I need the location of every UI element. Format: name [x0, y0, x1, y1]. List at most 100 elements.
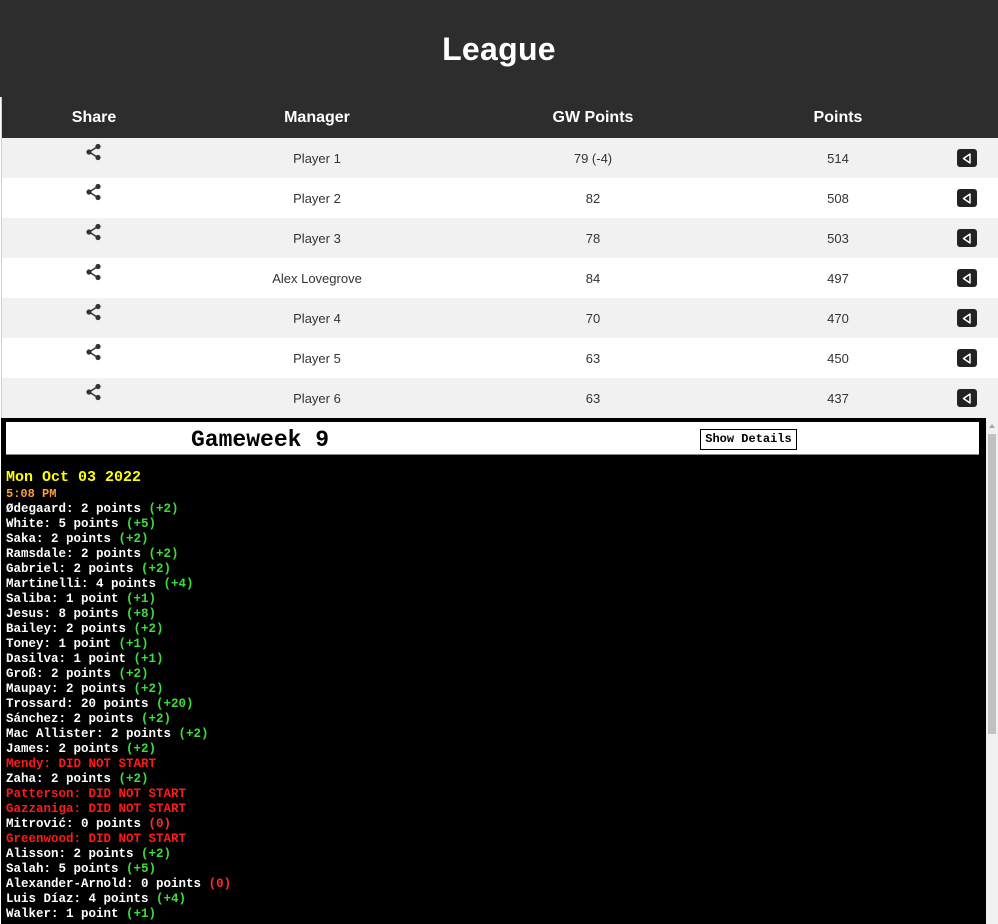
log-line: Alisson: 2 points (+2) [6, 847, 976, 862]
event-log: Mon Oct 03 2022 5:08 PM Ødegaard: 2 poin… [6, 470, 976, 922]
points-delta: (+4) [156, 892, 187, 906]
log-line: Salah: 5 points (+5) [6, 862, 976, 877]
log-line-text: Zaha: 2 points [6, 772, 112, 786]
share-icon[interactable] [85, 376, 103, 418]
log-line: Bailey: 2 points (+2) [6, 622, 976, 637]
log-line-text: Bailey: 2 points [6, 622, 127, 636]
log-line-text: Dasilva: 1 point [6, 652, 127, 666]
log-line-text: Martinelli: 4 points [6, 577, 157, 591]
log-line: Dasilva: 1 point (+1) [6, 652, 976, 667]
log-line-text: Alisson: 2 points [6, 847, 134, 861]
log-line: Gabriel: 2 points (+2) [6, 562, 976, 577]
log-line-text: Greenwood: DID NOT START [6, 832, 187, 846]
log-line: Mendy: DID NOT START [6, 757, 976, 772]
log-line: Patterson: DID NOT START [6, 787, 976, 802]
share-cell [2, 258, 186, 298]
log-time: 5:08 PM [6, 487, 57, 501]
points-delta: (0) [148, 817, 172, 831]
table-header-row: Share Manager GW Points Points [2, 97, 998, 138]
gw-points-cell: 70 [585, 311, 601, 326]
points-delta: (+1) [126, 907, 157, 921]
log-line-text: Saka: 2 points [6, 532, 112, 546]
log-line-text: Salah: 5 points [6, 862, 119, 876]
points-delta: (+4) [163, 577, 194, 591]
table-row: Player 1 79 (-4) 514 [2, 138, 998, 178]
log-line: Alexander-Arnold: 0 points (0) [6, 877, 976, 892]
gw-points-cell: 63 [585, 351, 601, 366]
table-row: Player 6 63 437 [2, 378, 998, 418]
log-line-text: Toney: 1 point [6, 637, 112, 651]
back-triangle-icon[interactable] [957, 229, 977, 247]
log-line: James: 2 points (+2) [6, 742, 976, 757]
share-icon[interactable] [85, 136, 103, 178]
log-line: Ødegaard: 2 points (+2) [6, 502, 976, 517]
back-triangle-icon[interactable] [957, 349, 977, 367]
gw-points-cell: 82 [585, 191, 601, 206]
points-delta: (+2) [148, 547, 179, 561]
back-triangle-icon[interactable] [957, 269, 977, 287]
share-icon[interactable] [85, 216, 103, 258]
column-header-points: Points [813, 109, 863, 126]
back-triangle-icon[interactable] [957, 389, 977, 407]
points-delta: (+2) [141, 562, 172, 576]
column-header-manager: Manager [284, 109, 350, 126]
share-icon[interactable] [85, 336, 103, 378]
log-line-text: Groß: 2 points [6, 667, 112, 681]
column-header-gw-points: GW Points [552, 109, 634, 126]
points-delta: (+2) [141, 847, 172, 861]
log-line: Sánchez: 2 points (+2) [6, 712, 976, 727]
log-line: Luis Díaz: 4 points (+4) [6, 892, 976, 907]
points-delta: (+20) [156, 697, 194, 711]
share-cell [2, 218, 186, 258]
gw-points-cell: 78 [585, 231, 601, 246]
log-line-text: Walker: 1 point [6, 907, 119, 921]
scroll-thumb[interactable] [988, 434, 996, 734]
log-line-text: Mendy: DID NOT START [6, 757, 157, 771]
gw-points-cell: 63 [585, 391, 601, 406]
share-cell [2, 378, 186, 418]
log-line-text: Saliba: 1 point [6, 592, 119, 606]
gameweek-title: Gameweek 9 [191, 427, 330, 453]
gw-points-cell: 84 [585, 271, 601, 286]
log-line-text: Ramsdale: 2 points [6, 547, 142, 561]
points-cell: 450 [827, 351, 849, 366]
points-delta: (+5) [126, 517, 157, 531]
log-line: Saka: 2 points (+2) [6, 532, 976, 547]
log-line: Zaha: 2 points (+2) [6, 772, 976, 787]
log-line: Ramsdale: 2 points (+2) [6, 547, 976, 562]
log-line: Mac Allister: 2 points (+2) [6, 727, 976, 742]
log-line: Gazzaniga: DID NOT START [6, 802, 976, 817]
points-delta: (+2) [126, 742, 157, 756]
share-cell [2, 178, 186, 218]
scroll-up-arrow-icon[interactable] [989, 424, 995, 428]
log-line-text: Trossard: 20 points [6, 697, 149, 711]
points-delta: (+1) [118, 637, 149, 651]
column-header-share: Share [71, 109, 117, 126]
share-icon[interactable] [85, 256, 103, 298]
back-triangle-icon[interactable] [957, 189, 977, 207]
log-line-text: Ødegaard: 2 points [6, 502, 142, 516]
league-header: League [0, 0, 998, 97]
points-cell: 503 [827, 231, 849, 246]
share-icon[interactable] [85, 296, 103, 338]
log-line-text: Mitrović: 0 points [6, 817, 142, 831]
back-triangle-icon[interactable] [957, 309, 977, 327]
gameweek-title-bar: Gameweek 9 Show Details [6, 422, 979, 455]
points-delta: (+1) [126, 592, 157, 606]
manager-cell: Player 5 [293, 351, 341, 366]
show-details-button[interactable]: Show Details [700, 429, 797, 450]
manager-cell: Player 4 [293, 311, 341, 326]
manager-cell: Alex Lovegrove [272, 271, 362, 286]
log-line: Mitrović: 0 points (0) [6, 817, 976, 832]
points-delta: (+2) [148, 502, 179, 516]
log-line-text: White: 5 points [6, 517, 119, 531]
console-scrollbar[interactable] [986, 418, 998, 924]
manager-cell: Player 6 [293, 391, 341, 406]
table-row: Alex Lovegrove 84 497 [2, 258, 998, 298]
log-line: Martinelli: 4 points (+4) [6, 577, 976, 592]
share-icon[interactable] [85, 176, 103, 218]
table-row: Player 4 70 470 [2, 298, 998, 338]
points-delta: (+2) [133, 682, 164, 696]
back-triangle-icon[interactable] [957, 149, 977, 167]
points-delta: (+1) [133, 652, 164, 666]
